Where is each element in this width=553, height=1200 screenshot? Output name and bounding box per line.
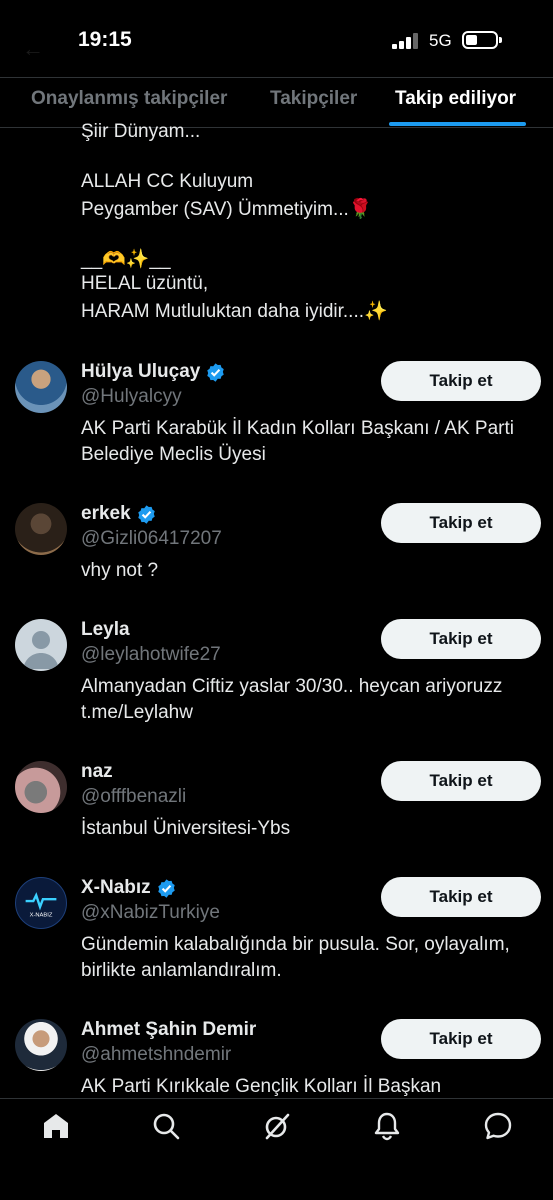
user-name: X-Nabız — [81, 877, 177, 899]
user-bio: AK Parti Karabük İl Kadın Kolları Başkan… — [81, 418, 514, 465]
user-name-text: Leyla — [81, 619, 130, 640]
bio-line: __🫶✨__ — [81, 249, 171, 270]
user-name-text: naz — [81, 761, 113, 782]
signal-icon — [392, 33, 420, 49]
user-handle: @Gizli06417207 — [81, 528, 222, 549]
bio-line: ALLAH CC Kuluyum — [81, 171, 254, 192]
user-bio: AK Parti Kırıkkale Gençlik Kolları İl Ba… — [81, 1076, 442, 1097]
status-bar: ← 19:15 5G — [0, 0, 553, 78]
verified-badge-icon — [207, 362, 225, 382]
status-time: 19:15 — [78, 28, 132, 51]
user-bio: vhy not ? — [81, 560, 159, 581]
search-icon[interactable] — [151, 1111, 181, 1141]
user-bio: Almanyadan Ciftiz yaslar 30/30.. heycan … — [81, 676, 503, 723]
back-arrow-icon[interactable]: ← — [22, 36, 44, 62]
user-name: Ahmet Şahin Demir — [81, 1019, 256, 1041]
bell-icon[interactable] — [372, 1111, 402, 1141]
follow-button[interactable]: Takip et — [381, 877, 541, 917]
avatar[interactable] — [15, 761, 67, 813]
bio-line: HARAM Mutluluktan daha iyidir....✨ — [81, 301, 388, 322]
grok-icon[interactable] — [262, 1111, 292, 1141]
follow-button[interactable]: Takip et — [381, 1019, 541, 1059]
follow-button[interactable]: Takip et — [381, 761, 541, 801]
xnabiz-logo-icon: X-NABIZ — [25, 892, 57, 918]
user-handle: @ahmetshndemir — [81, 1044, 232, 1065]
avatar[interactable] — [15, 503, 67, 555]
follow-button[interactable]: Takip et — [381, 361, 541, 401]
user-name-text: Ahmet Şahin Demir — [81, 1019, 257, 1040]
user-name-text: erkek — [81, 503, 131, 524]
user-handle: @Hulyalcyy — [81, 386, 182, 407]
avatar[interactable] — [15, 1019, 67, 1071]
user-name: erkek — [81, 503, 157, 525]
avatar[interactable] — [15, 361, 67, 413]
follow-button[interactable]: Takip et — [381, 619, 541, 659]
network-label: 5G — [429, 31, 452, 50]
home-icon[interactable] — [41, 1111, 71, 1141]
bottom-nav — [0, 1098, 553, 1200]
user-name-text: X-Nabız — [81, 877, 151, 898]
avatar[interactable]: X-NABIZ — [15, 877, 67, 929]
verified-badge-icon — [157, 878, 175, 898]
user-bio: Gündemin kalabalığında bir pusula. Sor, … — [81, 934, 510, 981]
user-name: Leyla — [81, 619, 130, 641]
active-tab-indicator — [389, 122, 526, 126]
user-name: Hülya Uluçay — [81, 361, 226, 383]
avatar-label: X-NABIZ — [30, 912, 53, 918]
bio-line: HELAL üzüntü, — [81, 273, 209, 294]
tab-following[interactable]: Takip ediliyor — [395, 88, 516, 110]
messages-icon[interactable] — [483, 1111, 513, 1141]
follow-button[interactable]: Takip et — [381, 503, 541, 543]
user-bio: İstanbul Üniversitesi-Ybs — [81, 818, 291, 839]
bio-line: Şiir Dünyam... — [81, 121, 201, 142]
user-handle: @leylahotwife27 — [81, 644, 221, 665]
user-name: naz — [81, 761, 113, 783]
verified-badge-icon — [137, 504, 155, 524]
bio-line: Peygamber (SAV) Ümmetiyim...🌹 — [81, 199, 373, 220]
battery-icon — [462, 31, 502, 49]
default-avatar-icon — [23, 631, 59, 669]
user-handle: @offfbenazli — [81, 786, 187, 807]
tab-followers[interactable]: Takipçiler — [270, 88, 357, 110]
avatar[interactable] — [15, 619, 67, 671]
user-name-text: Hülya Uluçay — [81, 361, 201, 382]
tab-verified-followers[interactable]: Onaylanmış takipçiler — [31, 88, 227, 110]
user-handle: @xNabizTurkiye — [81, 902, 220, 923]
